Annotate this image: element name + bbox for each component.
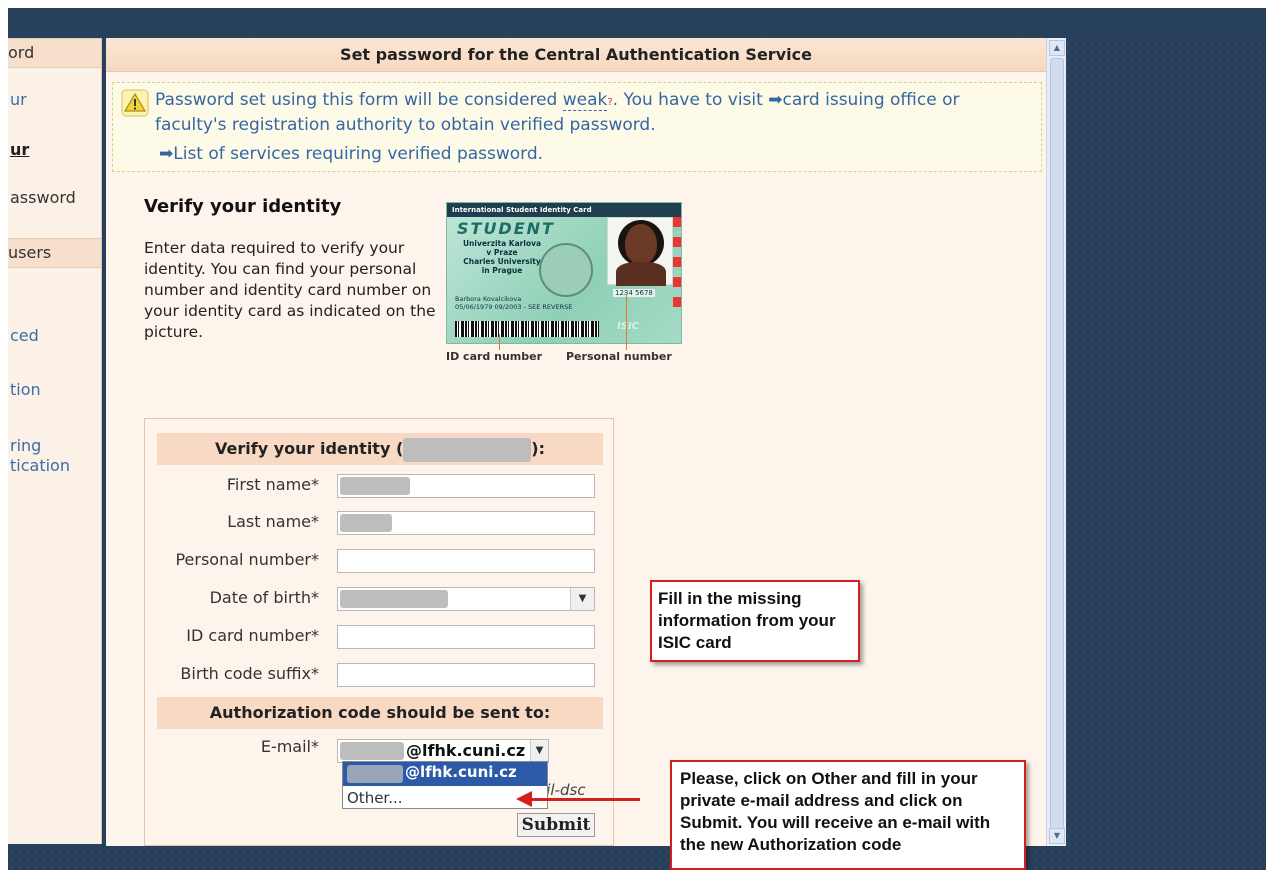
photo-body [616, 262, 666, 286]
right-arrow-icon: ➡ [768, 90, 783, 110]
scroll-up-icon[interactable]: ▲ [1049, 40, 1065, 56]
email-label: E-mail* [260, 737, 319, 756]
auth-heading: Authorization code should be sent to: [157, 697, 603, 729]
card-holder: Barbora Kovalcikova [455, 295, 522, 303]
card-header: International Student Identity Card [447, 203, 681, 217]
sidebar-header-text: users [8, 243, 52, 262]
chevron-down-icon[interactable]: ▼ [530, 740, 548, 762]
barcode [455, 321, 599, 337]
email-domain: @lfhk.cuni.cz [406, 741, 526, 760]
caption-pointer [626, 294, 627, 350]
dropdown-option-other[interactable]: Other... [347, 789, 403, 807]
submit-button[interactable]: Submit [517, 813, 595, 837]
redacted-value [340, 477, 410, 495]
sidebar-section-header: users [8, 238, 101, 268]
scrollbar-thumb[interactable] [1050, 58, 1064, 838]
personal-number-caption: Personal number [566, 350, 672, 363]
last-name-label: Last name* [227, 512, 319, 531]
isic-logo: ISIC [617, 321, 639, 332]
last-name-input[interactable] [337, 511, 595, 535]
card-dates: 05/06/1979 09/2003 - SEE REVERSE [455, 303, 573, 311]
card-uni-line: in Prague [481, 266, 523, 275]
personal-number-input[interactable] [337, 549, 595, 573]
id-card-number-label: ID card number* [186, 626, 319, 645]
id-card-number-caption: ID card number [446, 350, 543, 363]
warning-triangle-icon [121, 89, 149, 117]
isic-card-image: International Student Identity Card STUD… [446, 202, 682, 344]
page-title: Set password for the Central Authenticat… [106, 38, 1046, 72]
vertical-scrollbar[interactable]: ▲ ▼ [1046, 38, 1066, 846]
first-name-input[interactable] [337, 474, 595, 498]
verify-description: Enter data required to verify your ident… [144, 239, 436, 341]
warning-message: Password set using this form will be con… [155, 89, 1015, 136]
sidebar-link[interactable]: ring [10, 436, 41, 456]
date-of-birth-select[interactable]: ▼ [337, 587, 595, 611]
dropdown-option-selected[interactable]: @lfhk.cuni.cz [343, 762, 547, 786]
card-fields: Barbora Kovalcikova 05/06/1979 09/2003 -… [455, 295, 605, 311]
callout-arrow-icon [516, 791, 532, 807]
main-panel: Set password for the Central Authenticat… [106, 38, 1046, 846]
card-stripe [673, 237, 681, 247]
email-select[interactable]: @lfhk.cuni.cz ▼ [337, 739, 549, 763]
birth-code-suffix-input[interactable] [337, 663, 595, 687]
warning-text: to obtain verified password. [412, 115, 656, 135]
photo-face [625, 224, 657, 264]
left-sidebar: ord ur ur assword users ced tion ring ti… [8, 38, 102, 844]
sidebar-link[interactable]: ced [10, 326, 39, 346]
personal-number-label: Personal number* [175, 550, 319, 569]
warning-box: Password set using this form will be con… [112, 82, 1042, 172]
sidebar-link[interactable]: assword [10, 188, 76, 208]
verify-heading: Verify your identity [144, 196, 342, 217]
form-heading: Verify your identity (): [157, 433, 603, 465]
chevron-down-icon[interactable]: ▼ [570, 588, 594, 610]
sidebar-link[interactable]: ur [10, 90, 27, 110]
warning-text: . You have to visit [612, 90, 769, 110]
redacted-value [347, 765, 403, 783]
card-university: Univerzita Karlova v Praze Charles Unive… [457, 239, 547, 275]
card-student-label: STUDENT [457, 219, 555, 238]
card-stripe [673, 217, 681, 227]
instructions-callout: Please, click on Other and fill in your … [670, 760, 1026, 870]
id-card-number-input[interactable] [337, 625, 595, 649]
window-top-bar [8, 8, 1266, 38]
card-uni-line: Charles University [463, 257, 541, 266]
card-stripe [673, 277, 681, 287]
right-arrow-icon: ➡ [159, 144, 174, 164]
sidebar-header-text: ord [8, 43, 35, 62]
birth-code-suffix-label: Birth code suffix* [180, 664, 319, 683]
redacted-text [403, 437, 532, 462]
date-of-birth-label: Date of birth* [209, 588, 319, 607]
redacted-value [340, 742, 404, 760]
services-link[interactable]: List of services requiring verified pass… [173, 144, 543, 164]
card-number: 1234 5678 [613, 289, 655, 297]
sidebar-section-header: ord [8, 38, 101, 68]
redacted-value [340, 590, 448, 608]
card-stripe [673, 257, 681, 267]
card-photo [607, 217, 673, 286]
missing-info-callout: Fill in the missing information from you… [650, 580, 860, 662]
form-heading-text: ): [531, 439, 545, 458]
card-uni-line: Univerzita Karlova [462, 239, 542, 248]
dropdown-option-text: @lfhk.cuni.cz [405, 763, 517, 781]
caption-pointer [499, 334, 500, 350]
first-name-label: First name* [226, 475, 319, 494]
verify-form: Verify your identity (): First name* Las… [144, 418, 614, 846]
scroll-down-icon[interactable]: ▼ [1049, 828, 1065, 844]
redacted-value [340, 514, 392, 532]
sidebar-link[interactable]: tion [10, 380, 41, 400]
form-heading-text: Verify your identity ( [215, 439, 404, 458]
weak-term[interactable]: weak [562, 90, 608, 111]
sidebar-link[interactable]: tication [10, 456, 70, 476]
services-link-row: ➡List of services requiring verified pas… [159, 143, 543, 165]
warning-text: Password set using this form will be con… [155, 90, 563, 110]
card-stripe [673, 297, 681, 307]
card-uni-line: v Praze [486, 248, 518, 257]
sidebar-link-active[interactable]: ur [10, 140, 29, 160]
callout-arrow-line [530, 798, 640, 801]
university-seal-icon [539, 243, 593, 297]
